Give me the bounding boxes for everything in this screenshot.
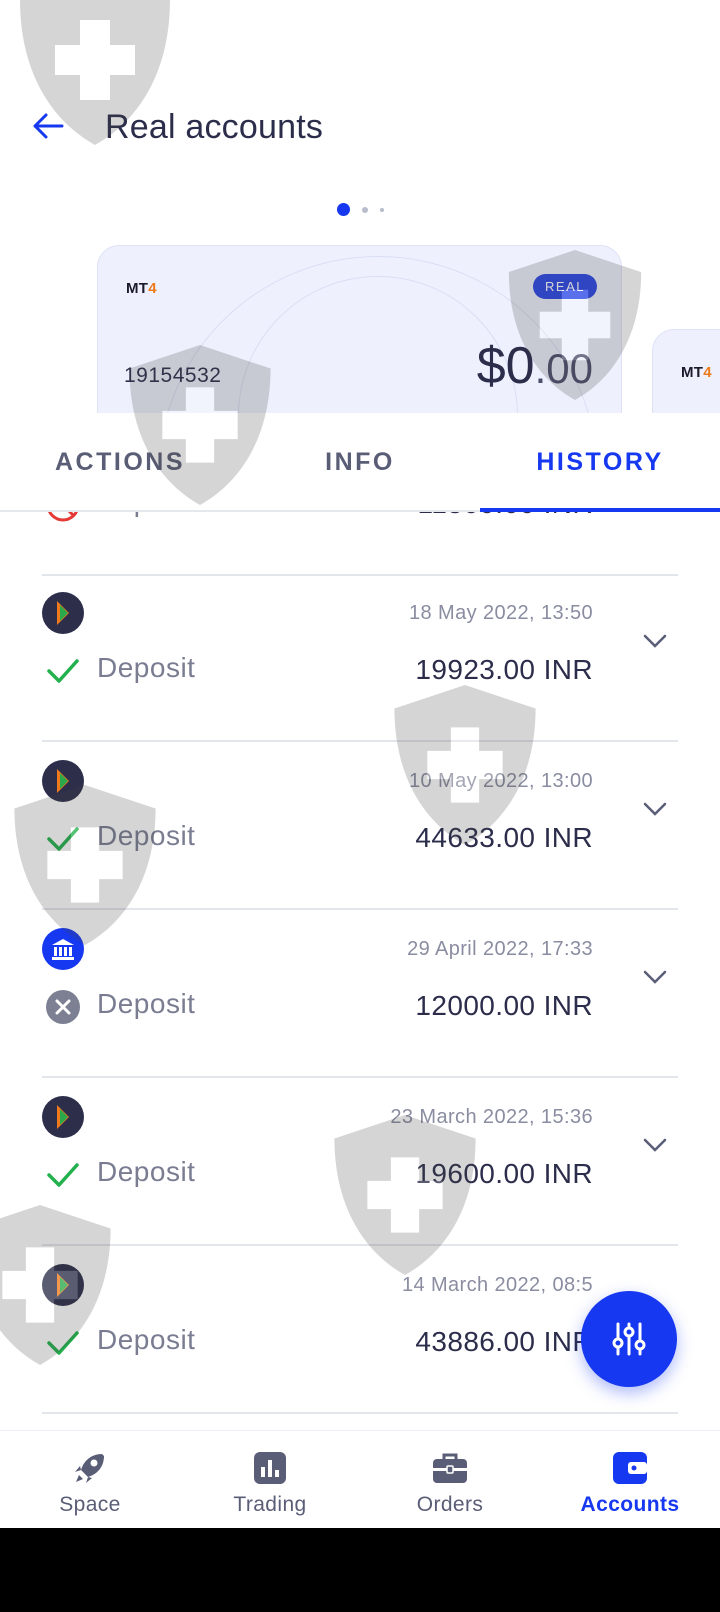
- account-number: 19154532: [124, 364, 222, 387]
- rocket-icon: [71, 1449, 109, 1487]
- nav-label: Accounts: [580, 1493, 680, 1516]
- bank-icon: [42, 928, 84, 970]
- briefcase-icon: [431, 1449, 469, 1487]
- transaction-type: Deposit: [97, 1156, 196, 1187]
- history-list[interactable]: Deposit 11500.00 INR 18 May 2022, 13:50 …: [0, 512, 720, 1430]
- check-icon: [44, 1324, 82, 1362]
- check-icon: [44, 1156, 82, 1194]
- transaction-amount: 12000.00 INR: [415, 990, 593, 1021]
- carousel-indicator: [0, 203, 720, 216]
- upi-icon: [42, 760, 84, 802]
- transaction-type: Deposit: [97, 820, 196, 851]
- transaction-date: 18 May 2022, 13:50: [409, 602, 593, 624]
- page-title: Real accounts: [105, 108, 324, 146]
- transaction-amount: 11500.00 INR: [417, 512, 593, 520]
- platform-logo: MT4: [681, 364, 712, 381]
- upi-icon: [42, 592, 84, 634]
- transaction-amount: 19600.00 INR: [415, 1158, 593, 1189]
- nav-accounts[interactable]: Accounts: [540, 1431, 720, 1529]
- transaction-amount: 19923.00 INR: [415, 654, 593, 685]
- nav-space[interactable]: Space: [0, 1431, 180, 1529]
- platform-logo: MT4: [126, 280, 157, 297]
- transaction-type: Deposit: [97, 1324, 196, 1355]
- chevron-down-icon[interactable]: [640, 626, 670, 656]
- nav-label: Trading: [233, 1493, 307, 1516]
- nav-orders[interactable]: Orders: [360, 1431, 540, 1529]
- history-row[interactable]: 18 May 2022, 13:50 Deposit 19923.00 INR: [42, 574, 678, 742]
- transaction-type: Deposit: [97, 988, 196, 1019]
- nav-label: Space: [59, 1493, 121, 1516]
- transaction-amount: 44633.00 INR: [415, 822, 593, 853]
- tab-info[interactable]: INFO: [240, 412, 480, 512]
- history-row[interactable]: 23 March 2022, 15:36 Deposit 19600.00 IN…: [42, 1078, 678, 1246]
- account-type-badge: REAL: [533, 274, 597, 299]
- transaction-date: 23 March 2022, 15:36: [390, 1106, 593, 1128]
- transaction-date: 29 April 2022, 17:33: [407, 938, 593, 960]
- transaction-amount: 43886.00 INR: [415, 1326, 593, 1357]
- system-navigation-bar: [0, 1528, 720, 1612]
- transaction-type: Deposit: [97, 652, 196, 683]
- account-balance: $0.00: [476, 337, 593, 395]
- history-row[interactable]: 10 May 2022, 13:00 Deposit 44633.00 INR: [42, 742, 678, 910]
- filter-button[interactable]: [581, 1291, 677, 1387]
- chevron-down-icon[interactable]: [640, 794, 670, 824]
- account-carousel[interactable]: MT4 REAL 19154532 $0.00 MT4: [0, 245, 720, 413]
- check-icon: [44, 820, 82, 858]
- account-tabs: ACTIONS INFO HISTORY: [0, 412, 720, 512]
- rejected-icon: [44, 512, 82, 524]
- arrow-left-icon: [33, 113, 64, 139]
- tab-history[interactable]: HISTORY: [480, 412, 720, 512]
- account-card[interactable]: MT4 REAL 19154532 $0.00: [97, 245, 622, 413]
- carousel-dot[interactable]: [379, 207, 384, 212]
- header: Real accounts: [0, 80, 720, 170]
- cancelled-icon: [44, 988, 82, 1026]
- history-row[interactable]: Deposit 11500.00 INR: [42, 512, 678, 576]
- history-row[interactable]: 29 April 2022, 17:33 Deposit 12000.00 IN…: [42, 910, 678, 1078]
- sliders-icon: [612, 1322, 646, 1356]
- chevron-down-icon[interactable]: [640, 1130, 670, 1160]
- transaction-date: 10 May 2022, 13:00: [409, 770, 593, 792]
- nav-label: Orders: [416, 1493, 484, 1516]
- next-account-card[interactable]: MT4: [652, 329, 720, 413]
- transaction-type: Deposit: [97, 512, 195, 518]
- bottom-navigation: Space Trading Orders Accounts: [0, 1430, 720, 1528]
- nav-trading[interactable]: Trading: [180, 1431, 360, 1529]
- check-icon: [44, 652, 82, 690]
- carousel-dot-active[interactable]: [336, 203, 350, 216]
- chart-icon: [251, 1449, 289, 1487]
- back-button[interactable]: [28, 106, 68, 146]
- wallet-icon: [611, 1449, 649, 1487]
- tab-actions[interactable]: ACTIONS: [0, 412, 240, 512]
- chevron-down-icon[interactable]: [640, 962, 670, 992]
- upi-icon: [42, 1096, 84, 1138]
- carousel-dot[interactable]: [361, 206, 368, 213]
- transaction-date: 14 March 2022, 08:5: [401, 1274, 593, 1296]
- upi-icon: [42, 1264, 84, 1306]
